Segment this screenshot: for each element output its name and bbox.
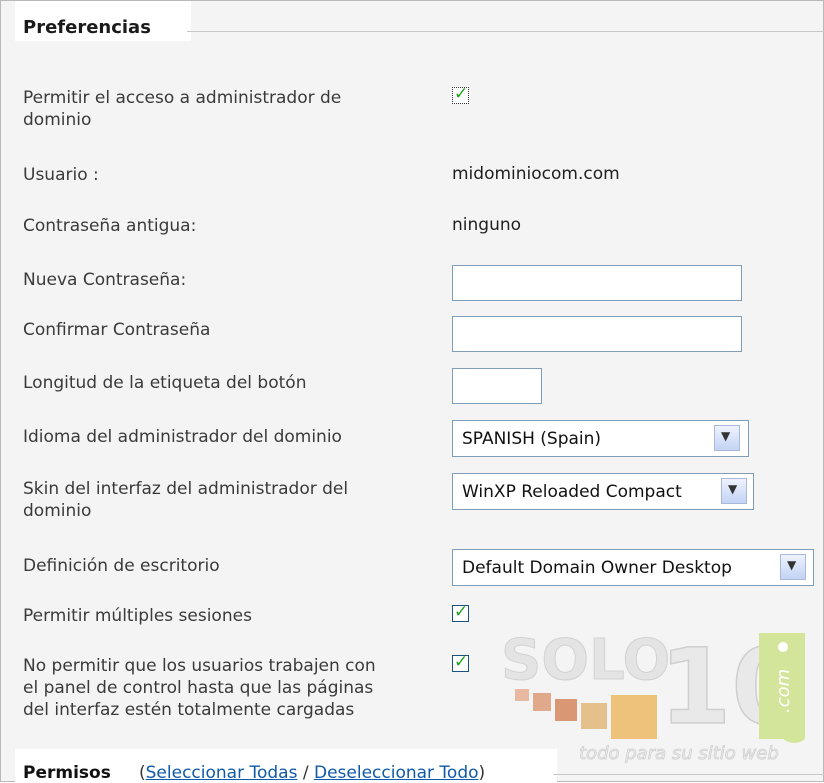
- multiple-sessions-label: Permitir múltiples sesiones: [23, 606, 252, 626]
- page-load-label-line3: del interfaz estén totalmente cargadas: [23, 700, 355, 720]
- section-title: Preferencias: [23, 17, 151, 38]
- desktop-select[interactable]: Default Domain Owner Desktop ▼: [452, 549, 814, 586]
- watermark-tag-hole: [778, 642, 788, 652]
- skin-label: Skin del interfaz del administrador del …: [23, 478, 423, 522]
- language-select[interactable]: SPANISH (Spain) ▼: [452, 420, 749, 457]
- deselect-all-link[interactable]: Deseleccionar Todo: [314, 763, 479, 783]
- checkmark-icon: ✓: [454, 84, 469, 104]
- skin-label-line1: Skin del interfaz del administrador del: [23, 479, 349, 499]
- desktop-label: Definición de escritorio: [23, 556, 220, 576]
- allow-access-label-line2: dominio: [23, 110, 92, 130]
- user-label: Usuario :: [23, 165, 99, 185]
- desktop-selected: Default Domain Owner Desktop: [462, 558, 732, 578]
- page-load-label: No permitir que los usuarios trabajen co…: [23, 655, 423, 721]
- watermark-square: [611, 695, 657, 739]
- page-load-label-line2: el panel de control hasta que las página…: [23, 678, 374, 698]
- old-password-label: Contraseña antigua:: [23, 216, 197, 236]
- language-label: Idioma del administrador del dominio: [23, 427, 342, 447]
- new-password-label: Nueva Contraseña:: [23, 270, 187, 290]
- button-label-length-label: Longitud de la etiqueta del botón: [23, 373, 307, 393]
- multiple-sessions-checkbox[interactable]: ✓: [452, 602, 469, 622]
- checkmark-icon: ✓: [454, 602, 469, 622]
- watermark-tagline: todo para su sitio web: [579, 743, 779, 764]
- user-value: midominiocom.com: [452, 164, 620, 184]
- page-load-checkbox[interactable]: ✓: [452, 652, 469, 672]
- watermark-dotcom: .com: [773, 669, 794, 713]
- preferences-panel: Preferencias Permitir el acceso a admini…: [0, 0, 824, 783]
- allow-access-label-line1: Permitir el acceso a administrador de: [23, 88, 342, 108]
- skin-select[interactable]: WinXP Reloaded Compact ▼: [452, 473, 754, 510]
- permissions-links: (Seleccionar Todas / Deseleccionar Todo): [139, 763, 485, 783]
- old-password-value: ninguno: [452, 215, 522, 235]
- watermark-square: [533, 693, 551, 711]
- button-label-length-input[interactable]: [452, 368, 542, 404]
- page-load-label-line1: No permitir que los usuarios trabajen co…: [23, 656, 376, 676]
- skin-label-line2: dominio: [23, 501, 92, 521]
- select-all-link[interactable]: Seleccionar Todas: [146, 763, 298, 783]
- chevron-down-icon[interactable]: ▼: [714, 425, 740, 451]
- legend-divider: [187, 31, 824, 32]
- permissions-separator: /: [297, 763, 314, 783]
- chevron-down-icon[interactable]: ▼: [780, 554, 806, 580]
- watermark-square: [515, 689, 529, 701]
- confirm-password-label: Confirmar Contraseña: [23, 320, 211, 340]
- new-password-input[interactable]: [452, 265, 742, 301]
- allow-access-checkbox[interactable]: ✓: [452, 84, 469, 104]
- checkmark-icon: ✓: [454, 652, 469, 672]
- skin-selected: WinXP Reloaded Compact: [462, 482, 682, 502]
- confirm-password-input[interactable]: [452, 316, 742, 352]
- permissions-open-paren: (: [139, 763, 146, 783]
- permissions-close-paren: ): [478, 763, 486, 783]
- watermark-solo-text: SOLO: [501, 628, 670, 693]
- allow-access-label: Permitir el acceso a administrador de do…: [23, 87, 423, 131]
- language-selected: SPANISH (Spain): [462, 429, 602, 449]
- watermark-square: [555, 699, 577, 721]
- permissions-divider: [553, 774, 824, 775]
- watermark-square: [581, 703, 607, 729]
- chevron-down-icon[interactable]: ▼: [721, 478, 747, 504]
- permissions-title: Permisos: [23, 763, 111, 783]
